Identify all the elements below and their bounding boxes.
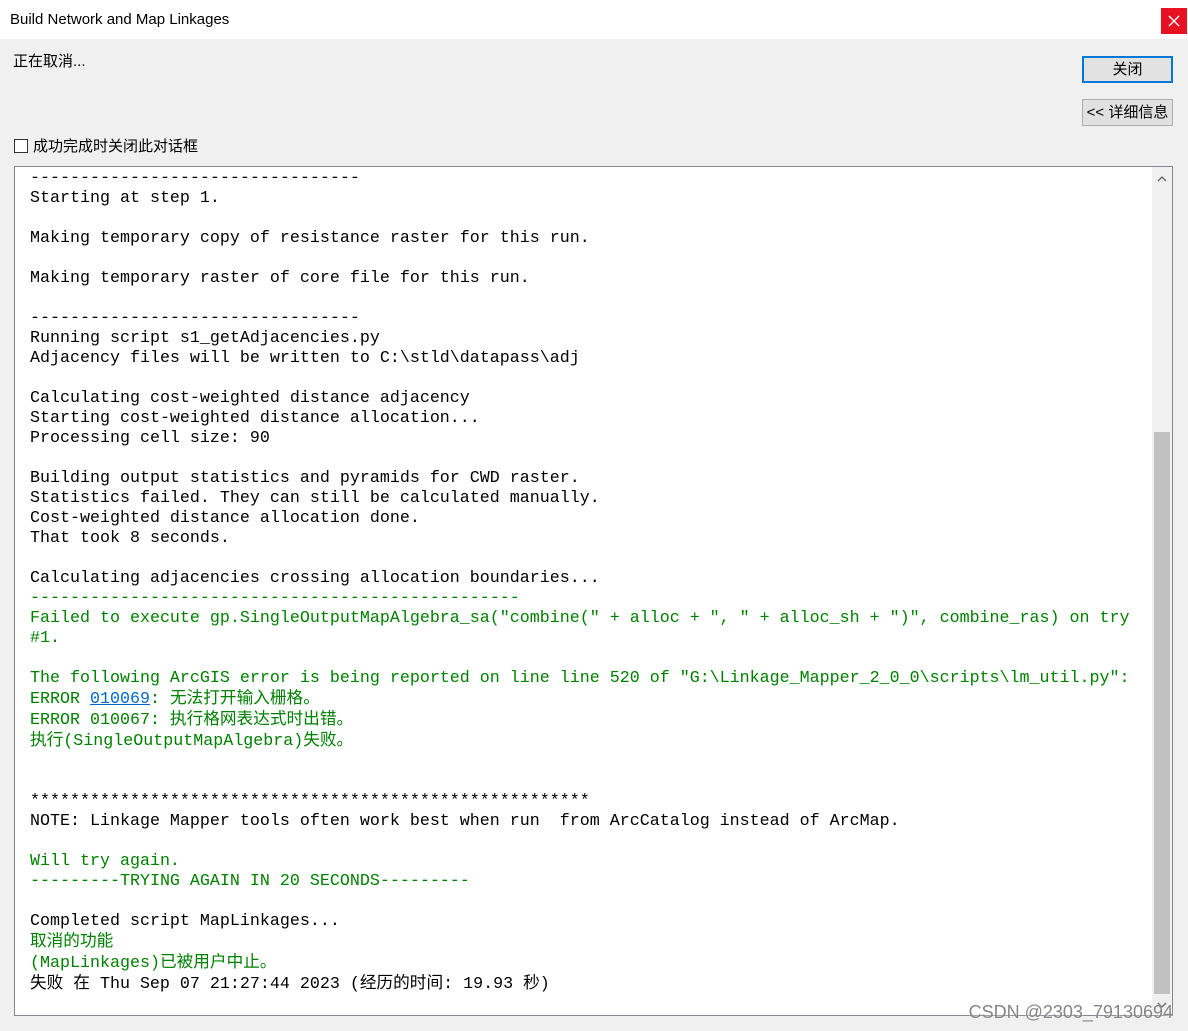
log-line: Completed script MapLinkages...	[30, 912, 340, 931]
log-line: 取消的功能	[30, 933, 114, 952]
log-line: NOTE: Linkage Mapper tools often work be…	[30, 812, 900, 831]
message-log[interactable]: --------------------------------- Startin…	[14, 166, 1173, 1016]
scroll-track[interactable]	[1152, 190, 1172, 994]
log-line: Making temporary raster of core file for…	[30, 269, 530, 288]
close-on-success-label[interactable]: 成功完成时关闭此对话框	[33, 137, 198, 157]
error-code-link[interactable]: 010069	[90, 690, 150, 709]
log-line: Calculating adjacencies crossing allocat…	[30, 569, 600, 588]
scroll-up-button[interactable]	[1152, 167, 1172, 190]
log-line: 执行(SingleOutputMapAlgebra)失败。	[30, 732, 354, 751]
close-on-success-checkbox[interactable]	[14, 139, 28, 153]
chevron-up-icon	[1157, 175, 1167, 181]
log-line: Cost-weighted distance allocation done.	[30, 509, 420, 528]
title-bar[interactable]: Build Network and Map Linkages	[0, 0, 1188, 39]
log-line: ERROR 010067: 执行格网表达式时出错。	[30, 711, 354, 730]
log-line: ----------------------------------------…	[30, 589, 520, 608]
watermark: CSDN @2303_79130694	[968, 1002, 1173, 1022]
close-icon	[1168, 15, 1180, 27]
log-line: ---------------------------------	[30, 169, 360, 188]
log-line: The following ArcGIS error is being repo…	[30, 669, 1130, 688]
log-line: That took 8 seconds.	[30, 529, 230, 548]
log-line: ---------------------------------	[30, 309, 360, 328]
log-line: ---------TRYING AGAIN IN 20 SECONDS-----…	[30, 872, 470, 891]
log-segment: : 无法打开输入栅格。	[149, 690, 320, 709]
log-line: Will try again.	[30, 852, 180, 871]
log-line: Starting at step 1.	[30, 189, 220, 208]
log-line: (MapLinkages)已被用户中止。	[30, 954, 277, 973]
log-line: Running script s1_getAdjacencies.py	[30, 329, 380, 348]
window-close-button[interactable]	[1161, 8, 1187, 34]
log-segment: ERROR	[30, 690, 90, 709]
log-line: #1.	[30, 629, 60, 648]
log-line: Failed to execute gp.SingleOutputMapAlge…	[30, 609, 1130, 628]
log-line: ****************************************…	[30, 792, 590, 811]
dialog-window: Build Network and Map Linkages 正在取消... 关…	[0, 0, 1188, 1031]
close-button[interactable]: 关闭	[1082, 56, 1173, 83]
scroll-thumb[interactable]	[1154, 432, 1170, 994]
log-line: ERROR 010069: 无法打开输入栅格。	[30, 689, 1152, 710]
log-line: Making temporary copy of resistance rast…	[30, 229, 590, 248]
log-line: Building output statistics and pyramids …	[30, 469, 580, 488]
log-line: Processing cell size: 90	[30, 429, 270, 448]
log-line: Statistics failed. They can still be cal…	[30, 489, 600, 508]
log-scrollbar[interactable]	[1152, 167, 1172, 1015]
details-toggle-button[interactable]: << 详细信息	[1082, 99, 1173, 126]
log-content: --------------------------------- Startin…	[15, 169, 1152, 1015]
status-text: 正在取消...	[13, 53, 86, 70]
log-line: Calculating cost-weighted distance adjac…	[30, 389, 470, 408]
log-line: 失败 在 Thu Sep 07 21:27:44 2023 (经历的时间: 19…	[30, 975, 550, 994]
log-line: Adjacency files will be written to C:\st…	[30, 349, 580, 368]
log-line: Starting cost-weighted distance allocati…	[30, 409, 480, 428]
window-title: Build Network and Map Linkages	[10, 11, 230, 28]
